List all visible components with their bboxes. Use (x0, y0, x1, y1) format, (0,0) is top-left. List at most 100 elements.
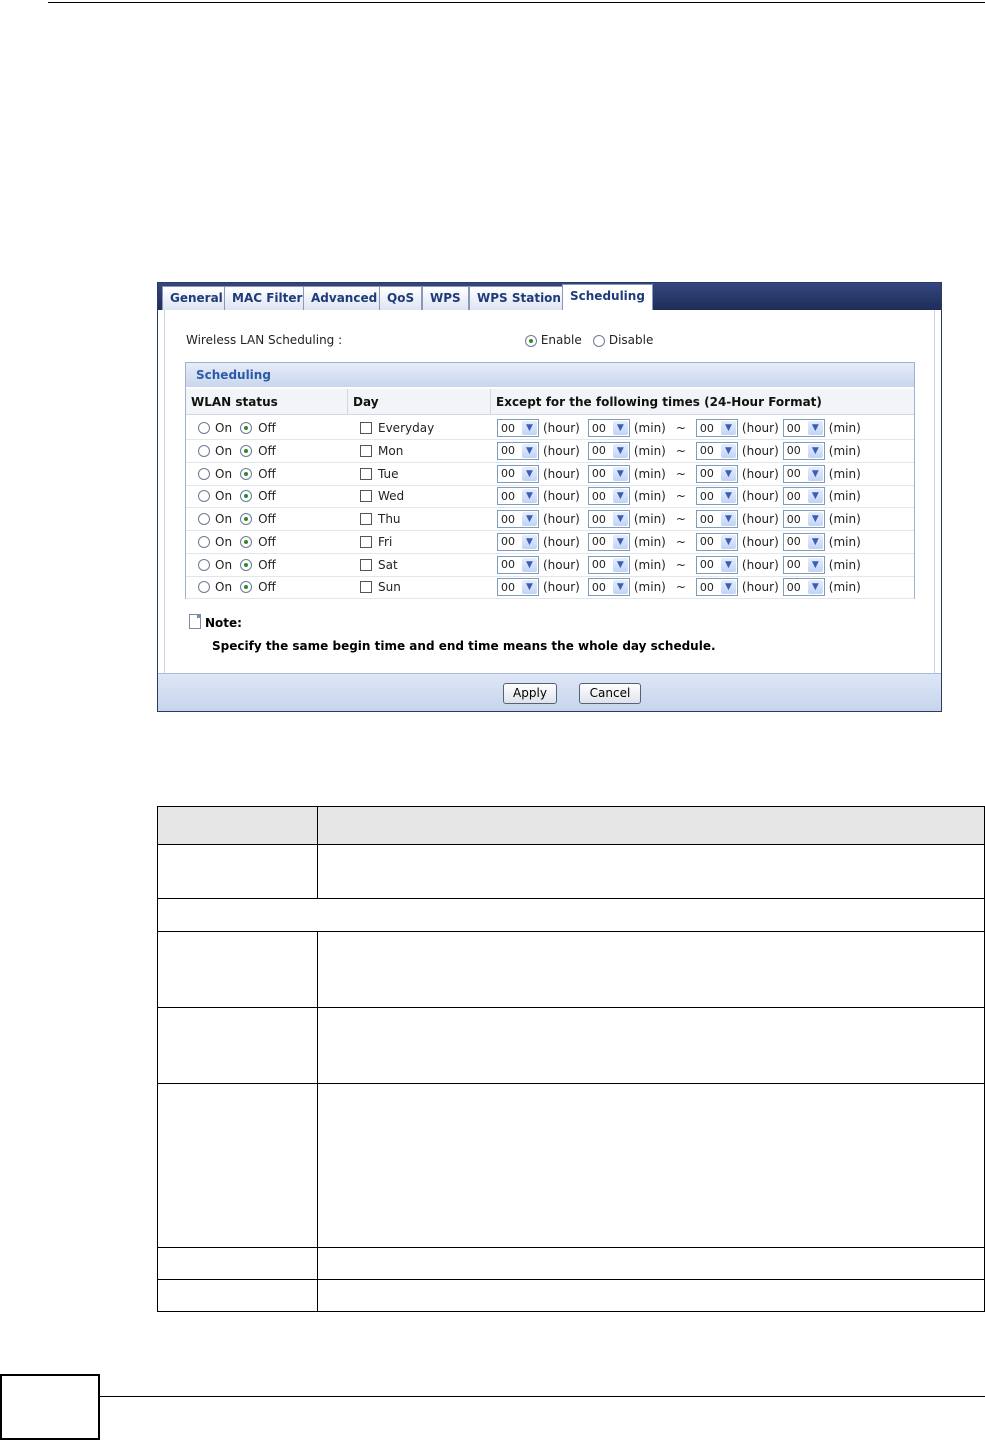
start-hour-select[interactable]: 00 ▼ (497, 419, 539, 437)
end-min-select[interactable]: 00 ▼ (782, 578, 825, 597)
end-min-select[interactable]: 00 ▼ (782, 441, 825, 460)
wlan-status-cell: On Off (198, 508, 276, 530)
start-min-select[interactable]: 00 ▼ (587, 419, 630, 437)
start-hour-select[interactable]: 00 ▼ (497, 441, 539, 460)
end-hour-select[interactable]: 00 ▼ (695, 578, 738, 597)
off-radio[interactable] (240, 558, 253, 571)
enable-radio[interactable] (525, 334, 537, 347)
range-separator: ~ (675, 580, 686, 595)
range-separator: ~ (675, 489, 686, 504)
table-cell (317, 844, 985, 899)
off-radio[interactable] (240, 444, 253, 457)
apply-button[interactable]: Apply (503, 683, 557, 704)
end-min-select[interactable]: 00 ▼ (782, 464, 825, 483)
disable-radio[interactable] (593, 334, 605, 347)
min-unit-label: (min) (828, 557, 861, 572)
off-radio[interactable] (240, 422, 253, 434)
end-min-select[interactable]: 00 ▼ (782, 532, 825, 551)
day-checkbox[interactable] (360, 444, 372, 457)
off-radio[interactable] (240, 581, 253, 594)
start-min-select[interactable]: 00 ▼ (587, 464, 630, 483)
end-hour-select[interactable]: 00 ▼ (695, 464, 738, 483)
start-hour-select[interactable]: 00 ▼ (497, 555, 539, 574)
cancel-button[interactable]: Cancel (579, 683, 641, 704)
tab-scheduling[interactable]: Scheduling (562, 284, 653, 310)
tab-advanced[interactable]: Advanced (303, 286, 386, 310)
chevron-down-icon: ▼ (807, 466, 823, 481)
chevron-down-icon: ▼ (522, 512, 537, 526)
on-radio[interactable] (198, 558, 210, 571)
end-hour-select[interactable]: 00 ▼ (695, 555, 738, 574)
day-checkbox[interactable] (360, 467, 372, 480)
on-radio[interactable] (198, 444, 210, 457)
tab-mac-filter[interactable]: MAC Filter (224, 286, 311, 310)
table-cell (157, 1083, 318, 1248)
end-min-select[interactable]: 00 ▼ (782, 510, 825, 528)
tab-general[interactable]: General (162, 286, 231, 310)
off-radio[interactable] (240, 535, 253, 548)
time-range-cell: 00 ▼ (hour) 00 ▼ (min) ~ 00 ▼ (hour) 00 ▼ (m… (497, 576, 861, 598)
table-row (157, 844, 985, 899)
min-unit-label: (min) (828, 466, 861, 481)
chevron-down-icon: ▼ (612, 443, 628, 458)
on-radio[interactable] (198, 490, 210, 503)
hour-unit-label: (hour) (543, 557, 580, 572)
off-radio[interactable] (240, 513, 253, 525)
day-label: Everyday (378, 421, 435, 435)
on-label: On (215, 512, 233, 526)
day-checkbox[interactable] (360, 581, 372, 594)
day-cell: Sat (360, 554, 398, 576)
on-radio[interactable] (198, 422, 210, 434)
end-hour-select[interactable]: 00 ▼ (695, 441, 738, 460)
end-min-select[interactable]: 00 ▼ (782, 419, 825, 437)
day-checkbox[interactable] (360, 422, 372, 434)
on-radio[interactable] (198, 467, 210, 480)
day-checkbox[interactable] (360, 490, 372, 503)
range-separator: ~ (675, 534, 686, 549)
start-hour-select[interactable]: 00 ▼ (497, 510, 539, 528)
table-row (157, 898, 985, 932)
time-range-cell: 00 ▼ (hour) 00 ▼ (min) ~ 00 ▼ (hour) 00 ▼ (m… (497, 554, 861, 576)
end-hour-select[interactable]: 00 ▼ (695, 532, 738, 551)
hour-unit-label: (hour) (741, 580, 779, 595)
tab-qos[interactable]: QoS (379, 286, 423, 310)
start-min-select[interactable]: 00 ▼ (587, 510, 630, 528)
on-label: On (215, 557, 233, 572)
start-min-select[interactable]: 00 ▼ (587, 487, 630, 506)
off-radio[interactable] (240, 467, 253, 480)
day-checkbox[interactable] (360, 513, 372, 525)
table-cell (157, 898, 985, 932)
day-cell: Fri (360, 531, 392, 553)
disable-option[interactable]: Disable (593, 333, 653, 347)
start-hour-select[interactable]: 00 ▼ (497, 487, 539, 506)
end-hour-select[interactable]: 00 ▼ (695, 487, 738, 506)
tab-wps[interactable]: WPS (422, 286, 469, 310)
min-unit-label: (min) (633, 534, 666, 549)
tab-wps-station[interactable]: WPS Station (469, 286, 569, 310)
off-radio[interactable] (240, 490, 253, 503)
hour-unit-label: (hour) (543, 512, 580, 526)
start-min-select[interactable]: 00 ▼ (587, 555, 630, 574)
on-radio[interactable] (198, 513, 210, 525)
day-checkbox[interactable] (360, 558, 372, 571)
start-hour-select[interactable]: 00 ▼ (497, 464, 539, 483)
range-separator: ~ (675, 466, 686, 481)
on-radio[interactable] (198, 581, 210, 594)
start-hour-select[interactable]: 00 ▼ (497, 578, 539, 597)
day-checkbox[interactable] (360, 535, 372, 548)
start-hour-select[interactable]: 00 ▼ (497, 532, 539, 551)
end-hour-select[interactable]: 00 ▼ (695, 510, 738, 528)
on-radio[interactable] (198, 535, 210, 548)
end-min-select[interactable]: 00 ▼ (782, 555, 825, 574)
start-min-select[interactable]: 00 ▼ (587, 578, 630, 597)
start-min-select[interactable]: 00 ▼ (587, 532, 630, 551)
scheduling-section: Scheduling WLAN status Day Except for th… (185, 362, 915, 600)
end-hour-select[interactable]: 00 ▼ (695, 419, 738, 437)
enable-option[interactable]: Enable (525, 333, 582, 347)
chevron-down-icon: ▼ (522, 534, 537, 549)
chevron-down-icon: ▼ (807, 534, 823, 549)
start-min-select[interactable]: 00 ▼ (587, 441, 630, 460)
chevron-down-icon: ▼ (807, 557, 823, 572)
chevron-down-icon: ▼ (720, 489, 736, 504)
end-min-select[interactable]: 00 ▼ (782, 487, 825, 506)
